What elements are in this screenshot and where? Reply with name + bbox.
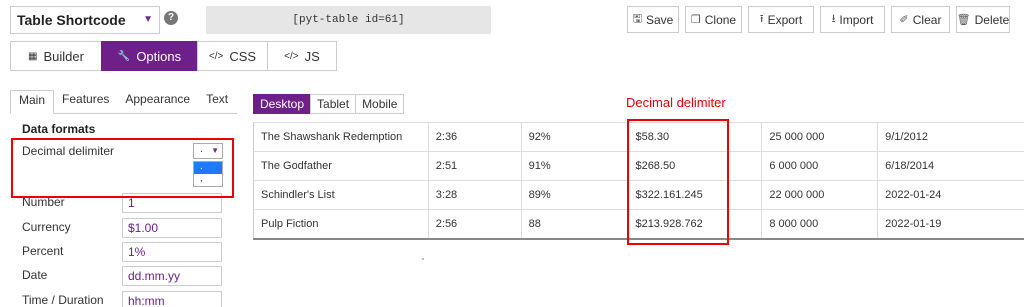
action-label: Clear	[912, 12, 942, 27]
subtab-main[interactable]: Main	[10, 90, 55, 114]
table-cell[interactable]: 8 000 000	[761, 209, 879, 239]
device-tab-desktop[interactable]: Desktop	[253, 94, 312, 114]
save-button[interactable]: 🖫 Save	[627, 6, 679, 33]
tab-builder[interactable]: ▦ Builder	[10, 41, 102, 71]
tab-label: Options	[136, 48, 182, 64]
device-tab-tablet[interactable]: Tablet	[310, 94, 357, 114]
export-button[interactable]: ⭱ Export	[748, 6, 814, 33]
wrench-icon: 🔧	[117, 50, 131, 62]
save-icon: 🖫	[632, 13, 642, 25]
time-duration-label: Time / Duration	[22, 293, 104, 307]
device-tabs: Desktop Tablet Mobile	[253, 94, 405, 114]
tab-js[interactable]: </> JS	[267, 41, 337, 71]
shortcode-display[interactable]: [pyt-table id=61]	[206, 6, 491, 34]
tab-label: CSS	[229, 48, 257, 64]
subtab-text[interactable]: Text	[198, 90, 236, 113]
table-cell[interactable]: 2:36	[427, 122, 522, 152]
trash-icon: 🗑	[956, 14, 971, 26]
table-cell[interactable]: 3:28	[427, 180, 522, 210]
clone-button[interactable]: ❐ Clone	[685, 6, 742, 33]
table-cell[interactable]: 91%	[520, 151, 629, 181]
divider-dot	[422, 258, 424, 260]
table-cell[interactable]: 25 000 000	[761, 122, 879, 152]
table-cell[interactable]: 88	[520, 209, 629, 239]
table-cell[interactable]: 92%	[520, 122, 629, 152]
table-cell[interactable]: 2022-01-19	[877, 209, 1024, 239]
action-label: Save	[646, 12, 674, 27]
grid-icon: ▦	[28, 50, 38, 62]
table-cell[interactable]: 22 000 000	[761, 180, 879, 210]
tab-css[interactable]: </> CSS	[197, 41, 268, 71]
options-sub-tabs: Main Features Appearance Text	[10, 90, 237, 114]
table-cell[interactable]: 2:56	[427, 209, 522, 239]
code-icon: </>	[284, 50, 299, 62]
main-tabs: ▦ Builder 🔧 Options </> CSS </> JS	[10, 41, 337, 71]
table-cell[interactable]: Schindler's List	[253, 180, 429, 210]
table-cell[interactable]: The Shawshank Redemption	[253, 122, 429, 152]
code-icon: </>	[208, 50, 224, 62]
tab-label: JS	[304, 48, 320, 64]
tab-options[interactable]: 🔧 Options	[101, 41, 198, 71]
chevron-down-icon: ▼	[143, 14, 153, 25]
date-label: Date	[22, 268, 48, 282]
percent-format-input[interactable]: 1%	[122, 242, 222, 262]
clear-button[interactable]: ✐ Clear	[891, 6, 950, 33]
table-select-value: Table Shortcode	[17, 12, 126, 28]
tab-label: Builder	[43, 48, 84, 64]
device-tab-mobile[interactable]: Mobile	[355, 94, 405, 114]
time-duration-format-input[interactable]: hh:mm	[122, 291, 222, 307]
delete-button[interactable]: 🗑 Delete	[956, 6, 1010, 33]
action-label: Export	[767, 12, 803, 27]
table-cell[interactable]: Pulp Fiction	[253, 209, 429, 239]
percent-label: Percent	[22, 244, 64, 258]
action-label: Delete	[974, 12, 1010, 27]
help-icon[interactable]: ?	[164, 11, 178, 25]
table-cell[interactable]: 6 000 000	[761, 151, 879, 181]
subtab-appearance[interactable]: Appearance	[117, 90, 198, 113]
action-label: Clone	[704, 12, 737, 27]
import-button[interactable]: ⭳ Import	[820, 6, 885, 33]
export-icon: ⭱	[759, 13, 764, 25]
highlight-box	[11, 138, 234, 198]
subtab-features[interactable]: Features	[54, 90, 117, 113]
currency-format-input[interactable]: $1.00	[122, 218, 222, 238]
action-label: Import	[839, 12, 874, 27]
table-cell[interactable]: 9/1/2012	[877, 122, 1024, 152]
table-cell[interactable]: 6/18/2014	[877, 151, 1024, 181]
clone-icon: ❐	[690, 14, 701, 26]
table-select[interactable]: Table Shortcode ▼	[10, 6, 160, 34]
table-cell[interactable]: 2:51	[427, 151, 522, 181]
highlight-box	[627, 119, 729, 245]
table-cell[interactable]: The Godfather	[253, 151, 429, 181]
annotation-label: Decimal delimiter	[626, 95, 726, 110]
eraser-icon: ✐	[899, 14, 909, 26]
date-format-input[interactable]: dd.mm.yy	[122, 266, 222, 286]
section-title: Data formats	[22, 122, 96, 136]
table-cell[interactable]: 2022-01-24	[877, 180, 1024, 210]
currency-label: Currency	[22, 220, 71, 234]
table-cell[interactable]: 89%	[520, 180, 629, 210]
import-icon: ⭳	[831, 13, 836, 25]
